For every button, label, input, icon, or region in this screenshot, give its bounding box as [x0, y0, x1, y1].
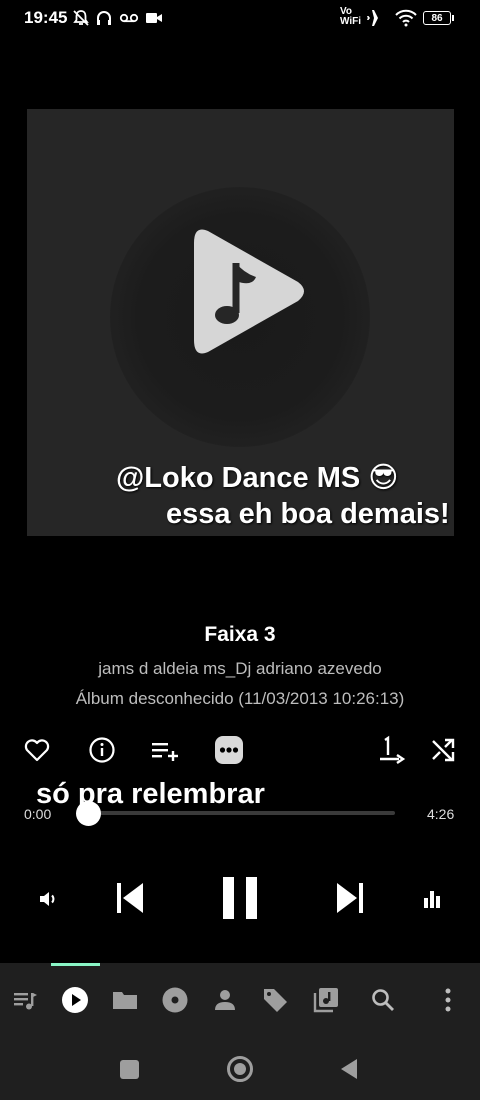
- nav-albums[interactable]: [160, 985, 190, 1015]
- nav-now-playing[interactable]: [60, 985, 90, 1015]
- home-dot: [234, 1063, 246, 1075]
- total-time: 4:26: [427, 806, 455, 822]
- nav-overflow[interactable]: [433, 985, 463, 1015]
- previous-button[interactable]: [112, 878, 148, 918]
- repeat-button[interactable]: [377, 735, 407, 765]
- back-icon: [341, 1059, 357, 1079]
- video-camera-icon: [145, 9, 163, 27]
- artwork-caption-line2: essa eh boa demais!: [166, 498, 450, 530]
- airplane-icon: [366, 9, 386, 27]
- artist-icon: [215, 990, 235, 1010]
- library-icon: [313, 988, 338, 1013]
- tag-icon: [264, 989, 287, 1012]
- video-caption: só pra relembrar: [36, 778, 265, 810]
- recents-button[interactable]: [120, 1060, 139, 1079]
- pause-icon: [223, 877, 257, 919]
- add-to-queue-button[interactable]: [150, 735, 180, 765]
- skip-next-icon: [337, 883, 363, 913]
- battery-icon: 86: [423, 9, 454, 27]
- equalizer-button[interactable]: [418, 885, 446, 913]
- elapsed-time: 0:00: [24, 806, 52, 822]
- bell-off-icon: [72, 9, 90, 27]
- nav-queue[interactable]: [10, 985, 40, 1015]
- info-button[interactable]: [87, 735, 117, 765]
- shuffle-button[interactable]: [428, 735, 458, 765]
- next-button[interactable]: [332, 878, 368, 918]
- search-icon: [372, 989, 394, 1011]
- info-icon: [89, 737, 115, 763]
- seek-bar[interactable]: [88, 811, 395, 815]
- equalizer-icon: [424, 891, 440, 908]
- overflow-icon: [445, 988, 451, 1012]
- back-button[interactable]: [339, 1058, 359, 1085]
- seek-thumb[interactable]: [76, 801, 101, 826]
- volume-icon: [40, 892, 55, 906]
- track-title: Faixa 3: [204, 623, 276, 646]
- nav-search[interactable]: [368, 985, 398, 1015]
- status-bar: 19:45 Vo WiFi 86: [0, 0, 480, 36]
- more-icon: [215, 736, 243, 764]
- nav-library[interactable]: [311, 985, 341, 1015]
- add-to-queue-icon: [152, 743, 178, 761]
- home-button[interactable]: [227, 1056, 253, 1082]
- heart-icon: [24, 739, 50, 762]
- vowifi-indicator: Vo WiFi: [340, 7, 361, 27]
- volume-button[interactable]: [35, 885, 63, 913]
- queue-icon: [14, 993, 37, 1010]
- vowifi-line2: WiFi: [340, 16, 362, 27]
- more-options-button[interactable]: [214, 735, 244, 765]
- wifi-icon: [395, 9, 417, 27]
- headset-icon: [95, 9, 113, 27]
- skip-previous-icon: [117, 883, 143, 913]
- folder-icon: [113, 992, 137, 1009]
- artwork-caption-line1: @Loko Dance MS 😎: [116, 462, 399, 494]
- voicemail-icon: [119, 9, 139, 27]
- favorite-button[interactable]: [22, 735, 52, 765]
- nav-tags[interactable]: [260, 985, 290, 1015]
- album-icon: [162, 987, 188, 1013]
- battery-level: 86: [423, 11, 451, 25]
- nav-folders[interactable]: [110, 985, 140, 1015]
- shuffle-icon: [432, 738, 455, 762]
- repeat-one-icon: [380, 735, 406, 764]
- status-time: 19:45: [24, 8, 68, 27]
- now-playing-icon: [62, 987, 88, 1013]
- music-play-logo-icon: [194, 229, 304, 354]
- nav-artists[interactable]: [210, 985, 240, 1015]
- track-album: Álbum desconhecido (11/03/2013 10:26:13): [75, 689, 405, 708]
- pause-button[interactable]: [218, 874, 262, 922]
- active-tab-indicator: [51, 963, 100, 966]
- track-artist: jams d aldeia ms_Dj adriano azevedo: [98, 659, 382, 678]
